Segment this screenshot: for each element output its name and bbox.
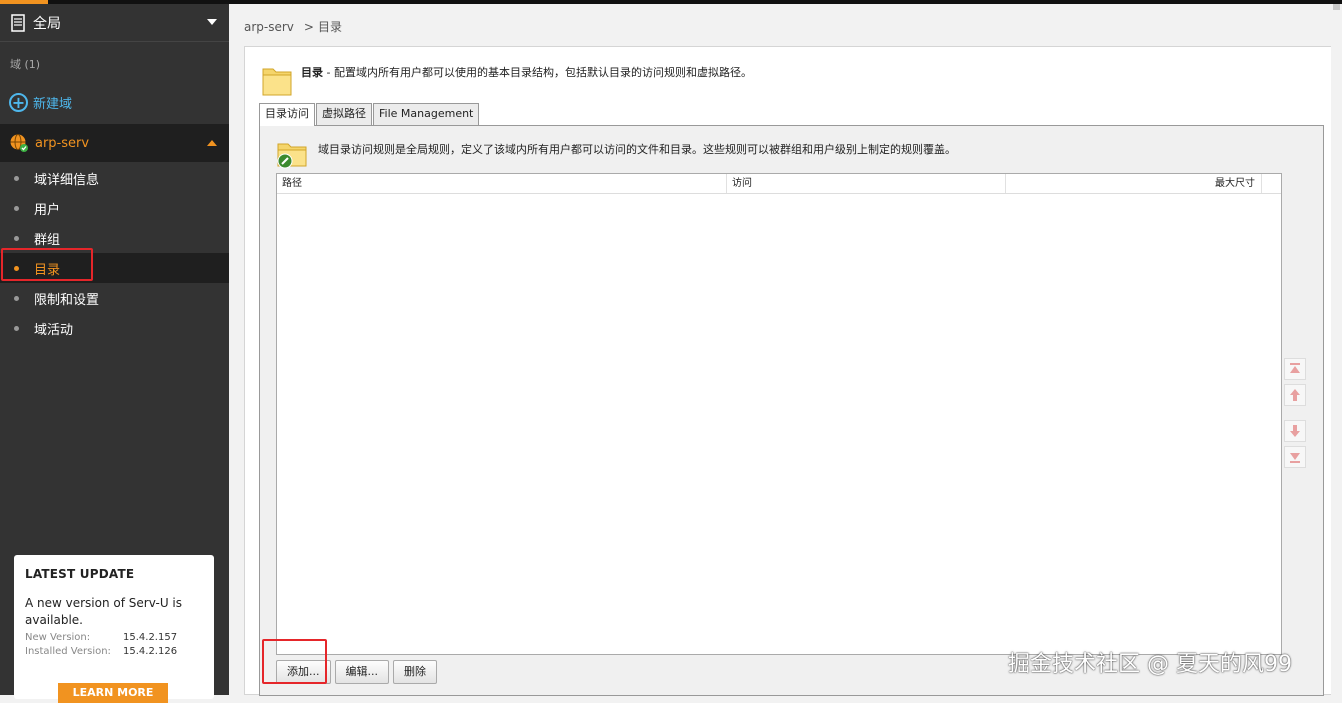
tab-content: 域目录访问规则是全局规则，定义了该域内所有用户都可以访问的文件和目录。这些规则可…: [259, 125, 1324, 696]
sidebar-item-domain-activity[interactable]: 域活动: [0, 313, 229, 343]
server-icon: [11, 13, 25, 32]
page-scrollbar[interactable]: [1331, 4, 1342, 695]
bullet-icon: [14, 295, 19, 301]
panel-intro: 目录 - 配置域内所有用户都可以使用的基本目录结构，包括默认目录的访问规则和虚拟…: [301, 64, 752, 80]
folder-key-icon: [277, 143, 307, 169]
domain-header[interactable]: arp-serv: [0, 124, 229, 162]
global-selector[interactable]: 全局: [0, 4, 229, 42]
sidebar-item-label: 群组: [34, 232, 61, 248]
highlight-box: [1, 248, 93, 281]
tab-directory-access[interactable]: 目录访问: [259, 103, 315, 126]
tab-file-management[interactable]: File Management: [373, 103, 480, 125]
installed-version-row: Installed Version: 15.4.2.126: [25, 646, 178, 657]
chevron-down-icon: [207, 19, 217, 25]
directory-panel: 目录 - 配置域内所有用户都可以使用的基本目录结构，包括默认目录的访问规则和虚拟…: [244, 46, 1338, 696]
table-header: 路径 访问 最大尺寸: [277, 174, 1281, 194]
latest-update-card: LATEST UPDATE A new version of Serv-U is…: [14, 555, 214, 703]
scrollbar-thumb[interactable]: [1333, 4, 1340, 10]
update-message: A new version of Serv-U is available.: [25, 596, 183, 627]
chevron-up-icon: [207, 140, 217, 146]
move-down-icon[interactable]: [1284, 420, 1306, 442]
global-label: 全局: [33, 15, 61, 32]
breadcrumb-root[interactable]: arp-serv: [244, 20, 294, 34]
learn-more-button[interactable]: LEARN MORE: [58, 683, 168, 703]
edit-button[interactable]: 编辑...: [334, 660, 389, 684]
move-up-icon[interactable]: [1284, 384, 1306, 406]
sidebar-item-users[interactable]: 用户: [0, 193, 229, 223]
sidebar-item-label: 限制和设置: [34, 292, 100, 308]
delete-button[interactable]: 删除: [393, 660, 437, 684]
tab-description: 域目录访问规则是全局规则，定义了该域内所有用户都可以访问的文件和目录。这些规则可…: [318, 143, 956, 156]
domain-name: arp-serv: [35, 135, 90, 151]
watermark: 掘金技术社区 @ 夏天的风99: [1008, 652, 1292, 677]
sidebar-item-limits-settings[interactable]: 限制和设置: [0, 283, 229, 313]
bullet-icon: [14, 235, 19, 241]
sidebar: 全局 域 (1) + 新建域 arp-serv 域详细信息 用户 群组 目录 限…: [0, 4, 229, 703]
tab-virtual-paths[interactable]: 虚拟路径: [316, 103, 372, 125]
new-domain-label: 新建域: [33, 97, 73, 112]
reorder-buttons: [1284, 358, 1306, 472]
sidebar-item-domain-details[interactable]: 域详细信息: [0, 163, 229, 193]
new-domain-button[interactable]: + 新建域: [9, 93, 72, 112]
breadcrumb: arp-serv > 目录: [244, 18, 342, 35]
bullet-icon: [14, 205, 19, 211]
access-rules-table: 路径 访问 最大尺寸: [276, 173, 1282, 655]
tab-bar: 目录访问 虚拟路径 File Management: [259, 103, 480, 126]
column-access[interactable]: 访问: [727, 174, 1006, 193]
domain-count: 域 (1): [10, 58, 41, 71]
column-path[interactable]: 路径: [277, 174, 727, 193]
column-max-size[interactable]: 最大尺寸: [1006, 174, 1262, 193]
new-version-row: New Version: 15.4.2.157: [25, 632, 178, 643]
breadcrumb-current: 目录: [317, 20, 342, 34]
bullet-icon: [14, 175, 19, 181]
plus-circle-icon: +: [9, 93, 28, 112]
panel-title: 目录: [301, 66, 323, 79]
sidebar-item-label: 域详细信息: [34, 172, 100, 188]
breadcrumb-separator: >: [303, 20, 314, 34]
globe-icon: [10, 134, 28, 152]
move-bottom-icon[interactable]: [1284, 446, 1306, 468]
panel-description: - 配置域内所有用户都可以使用的基本目录结构，包括默认目录的访问规则和虚拟路径。: [323, 66, 752, 79]
move-top-icon[interactable]: [1284, 358, 1306, 380]
sidebar-item-label: 域活动: [34, 322, 74, 338]
bullet-icon: [14, 325, 19, 331]
highlight-box: [262, 639, 327, 684]
folder-icon: [262, 68, 292, 96]
update-heading: LATEST UPDATE: [25, 567, 135, 581]
sidebar-item-label: 用户: [34, 202, 61, 218]
